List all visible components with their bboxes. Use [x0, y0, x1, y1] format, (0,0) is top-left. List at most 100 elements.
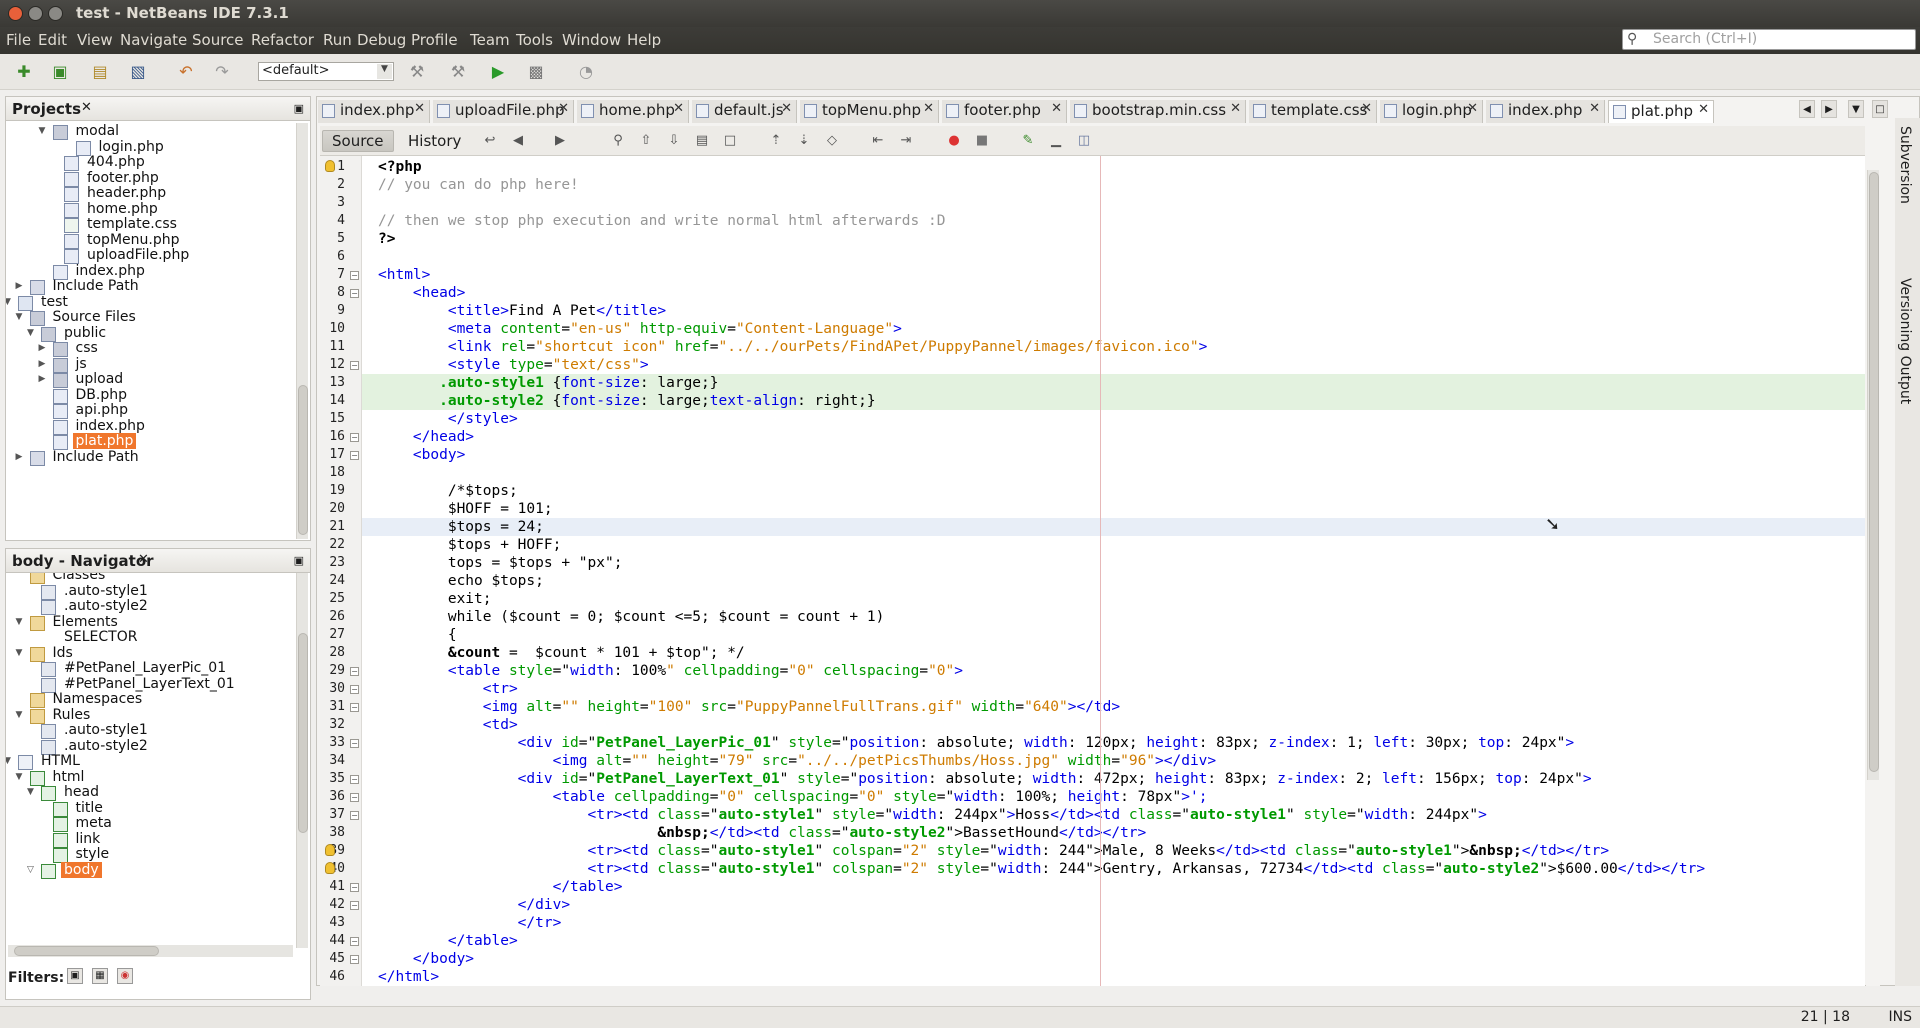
code-line[interactable]: <table cellpadding="0" cellspacing="0" s… [362, 788, 1865, 806]
code-line[interactable]: <td> [362, 716, 1865, 734]
close-icon[interactable]: ✕ [81, 100, 92, 115]
close-tab-icon[interactable]: ✕ [1467, 101, 1478, 116]
back-icon[interactable]: ◀ [510, 134, 526, 148]
fold-icon[interactable]: − [350, 271, 359, 280]
fold-icon[interactable]: − [350, 289, 359, 298]
versioning-output-tab[interactable]: Versioning Output [1897, 278, 1913, 404]
code-line[interactable]: <tr><td class="auto-style1" style="width… [362, 806, 1865, 824]
code-line[interactable]: <div id="PetPanel_LayerText_01" style="p… [362, 770, 1865, 788]
code-line[interactable]: <tr> [362, 680, 1865, 698]
code-line[interactable]: <table style="width: 100%" cellpadding="… [362, 662, 1865, 680]
code-line[interactable]: </div> [362, 896, 1865, 914]
editor-tab[interactable]: template.css ✕ [1249, 100, 1377, 123]
navigator-scroll-thumb[interactable] [298, 633, 308, 833]
code-editor[interactable]: <?php // you can do php here! // then we s… [362, 156, 1865, 986]
close-tab-icon[interactable]: ✕ [558, 101, 569, 116]
projects-scrollbar[interactable] [296, 123, 308, 539]
new-project-icon[interactable]: ▣ [48, 60, 72, 84]
fold-icon[interactable]: − [350, 793, 359, 802]
database-icon[interactable]: ◫ [1076, 134, 1092, 148]
window-close-button[interactable] [8, 6, 23, 21]
find-next-icon[interactable]: ⇩ [666, 134, 682, 148]
forward-icon[interactable]: ▶ [552, 134, 568, 148]
menu-debug[interactable]: Debug [357, 31, 406, 49]
window-minimize-button[interactable] [28, 6, 43, 21]
code-line[interactable]: exit; [362, 590, 1865, 608]
menu-source[interactable]: Source [192, 31, 244, 49]
code-line[interactable]: <body> [362, 446, 1865, 464]
close-tab-icon[interactable]: ✕ [1230, 101, 1241, 116]
editor-tab[interactable]: topMenu.php ✕ [800, 100, 939, 123]
collapse-icon[interactable]: ▼ [27, 787, 37, 797]
comment-icon[interactable]: ✎ [1020, 134, 1036, 148]
code-line[interactable] [362, 464, 1865, 482]
menu-run[interactable]: Run [323, 31, 352, 49]
code-line[interactable]: <tr><td class="auto-style1" colspan="2" … [362, 860, 1865, 878]
close-tab-icon[interactable]: ✕ [1589, 101, 1600, 116]
collapse-icon[interactable]: ▼ [16, 648, 26, 658]
menu-tools[interactable]: Tools [516, 31, 553, 49]
last-edit-icon[interactable]: ↩ [482, 134, 498, 148]
hint-bulb-icon[interactable] [325, 862, 335, 874]
code-line[interactable]: $tops = 24; [362, 518, 1865, 536]
code-line[interactable]: <html> [362, 266, 1865, 284]
code-line[interactable]: <img alt="" height="100" src="PuppyPanne… [362, 698, 1865, 716]
undo-icon[interactable]: ↶ [174, 60, 198, 84]
code-line[interactable]: while ($count = 0; $count <=5; $count = … [362, 608, 1865, 626]
expand-icon[interactable]: ▶ [39, 359, 49, 369]
scroll-tabs-right-icon[interactable]: ▶ [1821, 100, 1837, 118]
redo-icon[interactable]: ↷ [210, 60, 234, 84]
code-line[interactable] [362, 194, 1865, 212]
close-tab-icon[interactable]: ✕ [1051, 101, 1062, 116]
code-line[interactable]: &count = $count * 101 + $top"; */ [362, 644, 1865, 662]
close-tab-icon[interactable]: ✕ [1361, 101, 1372, 116]
collapse-icon[interactable]: ▼ [27, 328, 37, 338]
menu-file[interactable]: File [6, 31, 31, 49]
code-line[interactable]: .auto-style2 {font-size: large;text-alig… [362, 392, 1865, 410]
editor-scroll-thumb[interactable] [1869, 172, 1879, 772]
close-tab-icon[interactable]: ✕ [781, 101, 792, 116]
editor-tab[interactable]: uploadFile.php ✕ [433, 100, 574, 123]
code-line[interactable]: <?php [362, 158, 1865, 176]
editor-tab[interactable]: login.php ✕ [1380, 100, 1483, 123]
fold-icon[interactable]: − [350, 703, 359, 712]
minimize-panel-icon[interactable]: ▣ [294, 102, 304, 115]
show-opened-documents-icon[interactable]: ▼ [1848, 100, 1864, 118]
editor-tab[interactable]: plat.php ✕ [1608, 100, 1714, 123]
code-line[interactable]: ?> [362, 230, 1865, 248]
record-macro-icon[interactable]: ● [946, 134, 962, 148]
editor-tab[interactable]: footer.php ✕ [942, 100, 1067, 123]
code-line[interactable]: </tr> [362, 914, 1865, 932]
menu-edit[interactable]: Edit [38, 31, 67, 49]
shift-left-icon[interactable]: ⇤ [870, 134, 886, 148]
menu-view[interactable]: View [77, 31, 113, 49]
fold-icon[interactable]: − [350, 739, 359, 748]
code-line[interactable]: </table> [362, 878, 1865, 896]
run-icon[interactable]: ▶ [486, 60, 510, 84]
fold-icon[interactable]: − [350, 667, 359, 676]
close-icon[interactable]: ✕ [138, 552, 149, 567]
editor-tab[interactable]: home.php ✕ [577, 100, 689, 123]
uncomment-icon[interactable]: ▁ [1048, 134, 1064, 148]
clean-build-icon[interactable]: ⚒ [446, 60, 470, 84]
code-line[interactable]: <head> [362, 284, 1865, 302]
previous-bookmark-icon[interactable]: ⇡ [768, 134, 784, 148]
subversion-tab[interactable]: Subversion [1897, 126, 1913, 204]
code-line[interactable]: </table> [362, 932, 1865, 950]
fold-icon[interactable]: − [350, 901, 359, 910]
code-line[interactable]: { [362, 626, 1865, 644]
next-bookmark-icon[interactable]: ⇣ [796, 134, 812, 148]
code-line[interactable]: $tops + HOFF; [362, 536, 1865, 554]
find-icon[interactable]: ⚲ [610, 134, 626, 148]
close-tab-icon[interactable]: ✕ [923, 101, 934, 116]
fold-icon[interactable]: − [350, 883, 359, 892]
expand-icon[interactable]: ▶ [16, 452, 26, 462]
code-line[interactable]: /*$tops; [362, 482, 1865, 500]
fold-icon[interactable]: − [350, 451, 359, 460]
collapse-icon[interactable]: ▼ [6, 756, 14, 766]
fold-icon[interactable]: − [350, 775, 359, 784]
toggle-highlight-icon[interactable]: ▤ [694, 134, 710, 148]
collapse-icon[interactable]: ▼ [6, 297, 14, 307]
fold-icon[interactable]: − [350, 955, 359, 964]
code-line[interactable]: &nbsp;</td><td class="auto-style2">Basse… [362, 824, 1865, 842]
